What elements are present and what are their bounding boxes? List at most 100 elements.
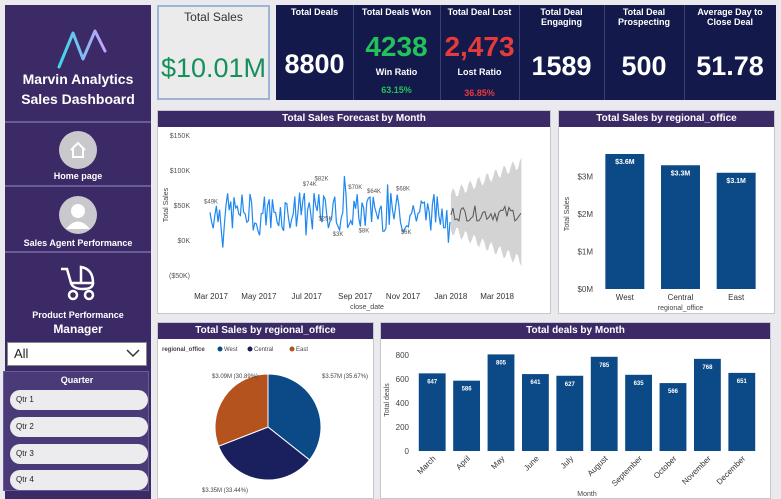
- x-tick-label: Sep 2017: [338, 292, 373, 301]
- x-tick-label: Central: [668, 293, 694, 302]
- legend-swatch: [289, 346, 295, 352]
- x-tick-label: July: [559, 454, 575, 470]
- bar-data-label: $3.1M: [726, 178, 746, 185]
- y-tick-label: $1M: [577, 248, 593, 257]
- y-tick-label: 200: [396, 423, 410, 432]
- regional-bar-chart: $3M $2M $1M $0M Total Sales $3.6M West $3.3M Cen…: [564, 154, 756, 312]
- quarter-button-2[interactable]: Qtr 2: [10, 417, 148, 437]
- brand-title-line1: Marvin Analytics: [22, 71, 134, 87]
- y-tick-label: 800: [396, 351, 410, 360]
- bar: [716, 172, 756, 289]
- pie-title: Total Sales by regional_office: [158, 323, 373, 339]
- pie-data-label: $3.57M (35.67%): [322, 374, 368, 380]
- quarter-button-3[interactable]: Qtr 3: [10, 444, 148, 464]
- y-tick-label: 600: [396, 375, 410, 384]
- data-label: $68K: [396, 186, 410, 192]
- x-tick-label: March: [416, 454, 438, 476]
- manager-dropdown[interactable]: All: [7, 342, 147, 366]
- stroller-icon: [53, 261, 103, 301]
- y-tick-label: $150K: [170, 133, 191, 140]
- x-axis-title: regional_office: [658, 305, 704, 312]
- kpi-lost-ratio-label: Lost Ratio: [457, 67, 502, 77]
- x-tick-label: June: [522, 454, 541, 473]
- regional-bar-title: Total Sales by regional_office: [559, 111, 774, 127]
- month-bar-panel: Total deals by Month 800 600 400 200 0 Total …: [380, 322, 771, 499]
- kpi-total-deals-value: 8800: [284, 49, 345, 79]
- y-tick-label: $50K: [174, 203, 191, 210]
- data-label: $64K: [367, 189, 381, 195]
- pie-data-label: $3.09M (30.89%): [212, 374, 258, 380]
- home-icon: [59, 131, 97, 169]
- user-icon: [59, 196, 97, 234]
- y-tick-label: $0K: [178, 238, 191, 245]
- kpi-prospecting-label: Total Deal Prospecting: [617, 7, 670, 27]
- bar: [693, 358, 721, 451]
- kpi-engaging-value: 1589: [531, 51, 592, 81]
- kpi-prospecting-value: 500: [621, 51, 667, 81]
- quarter-button-4[interactable]: Qtr 4: [10, 470, 148, 490]
- kpi-total-deals: Total Deals 8800: [276, 5, 354, 100]
- x-tick-label: Mar 2018: [480, 292, 514, 301]
- kpi-avg-close: Average Day to Close Deal 51.78: [684, 5, 776, 100]
- kpi-total-sales-value: $10.01M: [160, 53, 267, 83]
- month-bar-title: Total deals by Month: [381, 323, 770, 339]
- data-label: $25K: [318, 217, 332, 223]
- manager-label: Manager: [53, 322, 103, 336]
- kpi-total-sales: Total Sales $10.01M: [157, 5, 270, 100]
- data-label: $74K: [303, 182, 317, 188]
- pie-chart: regional_office West Central East $3.57M (35…: [162, 346, 368, 494]
- legend-title: regional_office: [162, 347, 205, 353]
- nav-sales-agent[interactable]: Sales Agent Performance: [5, 187, 151, 253]
- kpi-total-sales-label: Total Sales: [184, 10, 243, 24]
- kpi-deals-won-label: Total Deals Won: [361, 7, 432, 17]
- forecast-band: [450, 157, 522, 267]
- bar-data-label: 805: [496, 360, 507, 366]
- y-axis-title: Total Sales: [163, 187, 170, 222]
- x-tick-label: April: [454, 454, 472, 472]
- kpi-deals-lost: Total Deal Lost 2,473 Lost Ratio 36.85%: [440, 5, 520, 100]
- legend-label: East: [296, 347, 308, 353]
- quarter-button-1[interactable]: Qtr 1: [10, 390, 148, 410]
- nav-product[interactable]: Product Performance: [5, 253, 151, 323]
- x-tick-label: October: [652, 454, 679, 481]
- y-tick-label: $3M: [577, 173, 593, 182]
- kpi-win-ratio-label: Win Ratio: [375, 67, 418, 77]
- quarter-title: Quarter: [60, 375, 94, 385]
- bar: [487, 354, 515, 451]
- y-tick-label: $2M: [577, 210, 593, 219]
- regional-bar-panel: Total Sales by regional_office $3M $2M $1M…: [558, 110, 775, 314]
- pie-data-label: $3.35M (33.44%): [202, 488, 248, 494]
- x-tick-label: December: [715, 454, 748, 487]
- legend-swatch: [247, 346, 253, 352]
- x-tick-label: East: [728, 293, 745, 302]
- nav-product-label: Product Performance: [32, 310, 124, 320]
- x-tick-label: Nov 2017: [386, 292, 421, 301]
- bar-data-label: $3.6M: [615, 159, 635, 166]
- y-tick-label: 0: [405, 447, 410, 456]
- forecast-chart: $150K $100K $50K $0K ($50K) Mar 2017 May 2017 J…: [163, 133, 522, 311]
- y-tick-label: $100K: [170, 168, 191, 175]
- kpi-deals-won-value: 4238: [365, 31, 428, 62]
- bar-data-label: 785: [599, 363, 610, 369]
- bar-data-label: $3.3M: [671, 170, 691, 177]
- kpi-strip: Total Deals 8800 Total Deals Won 4238 Wi…: [276, 5, 776, 100]
- month-bar-chart: 800 600 400 200 0 Total deals 647 March 586 April…: [384, 351, 756, 498]
- bar-data-label: 641: [530, 380, 541, 386]
- legend-label: Central: [254, 347, 273, 353]
- nav-sales-agent-label: Sales Agent Performance: [23, 238, 133, 248]
- kpi-avg-close-value: 51.78: [696, 51, 764, 81]
- bar: [661, 165, 700, 289]
- x-tick-label: September: [610, 454, 644, 488]
- y-axis-title: Total Sales: [564, 196, 571, 231]
- bar: [605, 154, 645, 289]
- kpi-deals-lost-label: Total Deal Lost: [447, 7, 512, 17]
- kpi-engaging-label: Total Deal Engaging: [540, 7, 583, 27]
- nav-home-label: Home page: [53, 171, 103, 181]
- kpi-avg-close-label: Average Day to Close Deal: [697, 7, 763, 27]
- x-tick-label: Mar 2017: [194, 292, 228, 301]
- kpi-engaging: Total Deal Engaging 1589: [519, 5, 605, 100]
- quarter-slicer: Quarter Qtr 1 Qtr 2 Qtr 3 Qtr 4: [3, 371, 149, 491]
- kpi-deals-won: Total Deals Won 4238 Win Ratio 63.15%: [353, 5, 441, 100]
- x-tick-label: West: [616, 293, 635, 302]
- nav-home[interactable]: Home page: [5, 123, 151, 187]
